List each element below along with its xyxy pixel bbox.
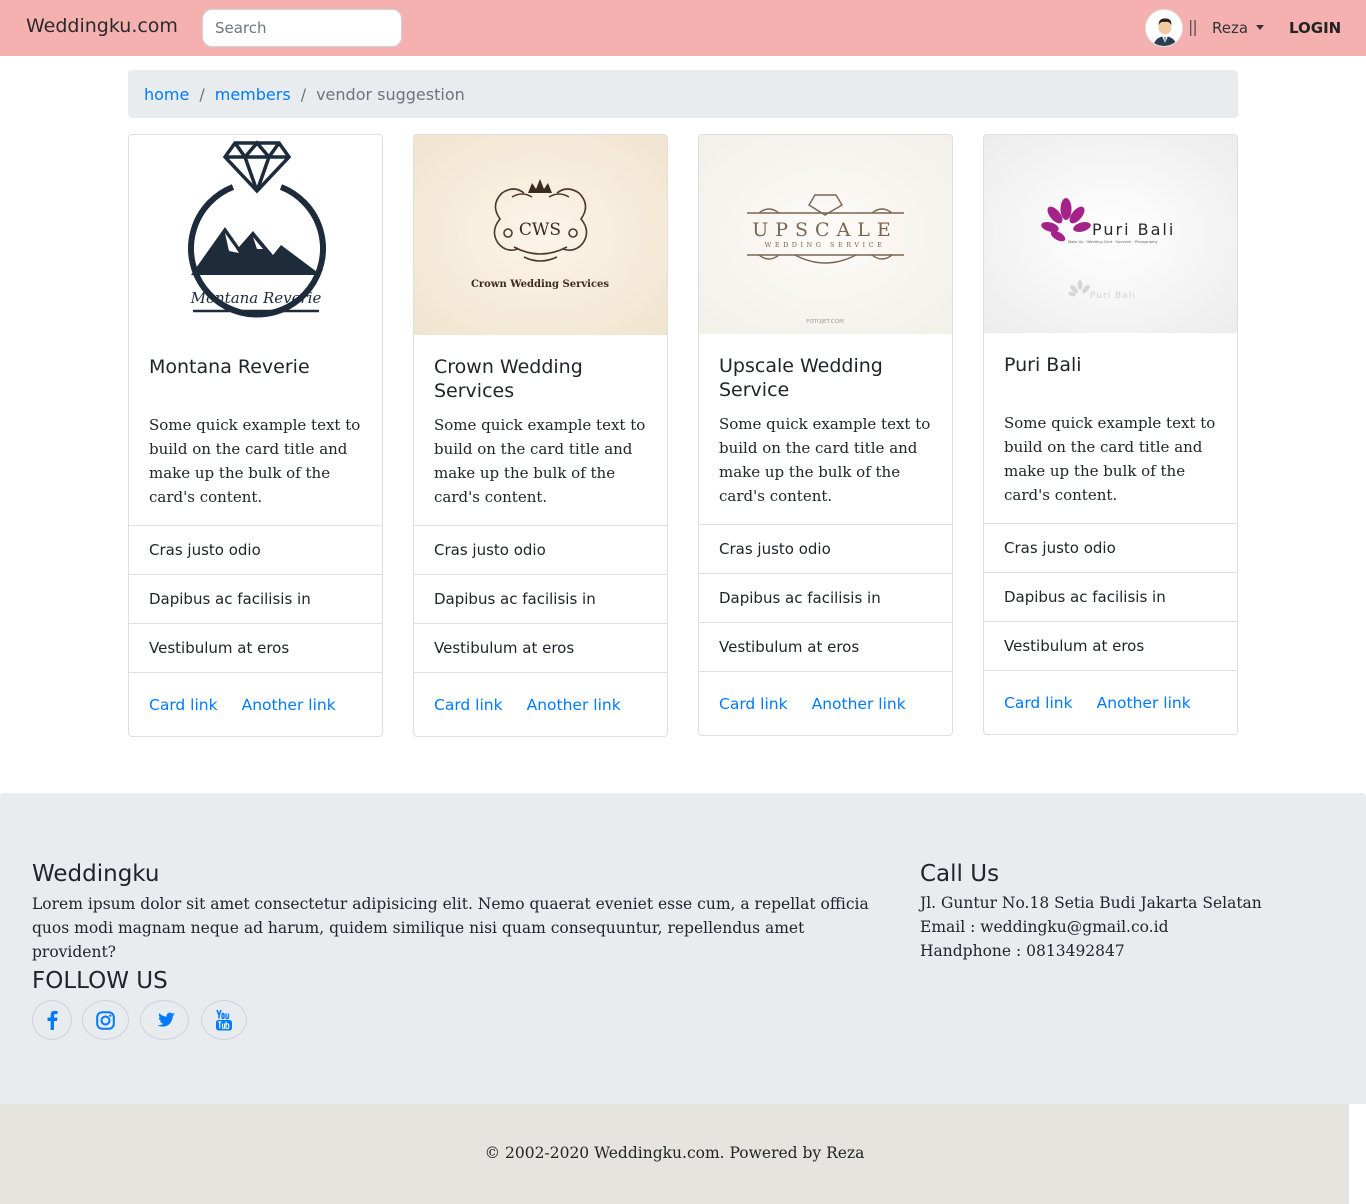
user-name: Reza bbox=[1212, 19, 1249, 37]
footer-phone: Handphone : 0813492847 bbox=[920, 942, 1125, 960]
card-title: Upscale Wedding Service bbox=[719, 355, 883, 401]
list-item: Cras justo odio bbox=[414, 525, 667, 574]
another-link[interactable]: Another link bbox=[527, 696, 621, 714]
upscale-logo-footer: FOTOJET.COM bbox=[806, 319, 844, 325]
puri-bali-watermark: Puri Bali bbox=[1090, 291, 1136, 301]
login-link[interactable]: LOGIN bbox=[1289, 19, 1341, 37]
vendor-logo-cws: CWS Crown Wedding Services bbox=[414, 135, 667, 335]
another-link[interactable]: Another link bbox=[812, 695, 906, 713]
breadcrumb: home / members / vendor suggestion bbox=[128, 70, 1238, 118]
footer-email: Email : weddingku@gmail.co.id bbox=[920, 918, 1169, 936]
card-body: Upscale Wedding Service Some quick examp… bbox=[699, 334, 952, 524]
vendor-card: CWS Crown Wedding Services Crown Wedding… bbox=[413, 134, 668, 737]
cws-logo-subtext: Crown Wedding Services bbox=[471, 279, 609, 290]
card-body: Montana Reverie Some quick example text … bbox=[129, 335, 382, 525]
instagram-icon bbox=[96, 1010, 115, 1030]
card-text: Some quick example text to build on the … bbox=[149, 416, 361, 506]
card-body: Crown Wedding Services Some quick exampl… bbox=[414, 335, 667, 525]
card-text: Some quick example text to build on the … bbox=[719, 415, 931, 505]
list-item: Cras justo odio bbox=[129, 525, 382, 574]
instagram-button[interactable] bbox=[82, 1000, 129, 1040]
twitter-button[interactable] bbox=[140, 1000, 189, 1040]
list-item: Vestibulum at eros bbox=[984, 621, 1237, 670]
breadcrumb-separator: / bbox=[300, 84, 307, 104]
card-link[interactable]: Card link bbox=[149, 696, 218, 714]
list-item: Dapibus ac facilisis in bbox=[414, 574, 667, 623]
diamond-ring-icon: Montana Reverie bbox=[188, 140, 326, 318]
footer: Weddingku Lorem ipsum dolor sit amet con… bbox=[0, 793, 1366, 1104]
vendor-logo-montana: Montana Reverie bbox=[129, 135, 382, 335]
lotus-flower-icon: Puri Bali Make Up · Wedding Card · Souve… bbox=[1041, 198, 1175, 301]
card-text: Some quick example text to build on the … bbox=[434, 416, 646, 506]
copyright-text: © 2002-2020 Weddingku.com. Powered by Re… bbox=[484, 1144, 865, 1162]
user-dropdown[interactable]: Reza bbox=[1212, 19, 1265, 37]
puri-bali-logo-subtext: Make Up · Wedding Card · Souvenir · Phot… bbox=[1068, 240, 1159, 244]
caret-down-icon bbox=[1256, 25, 1265, 30]
card-body: Puri Bali Some quick example text to bui… bbox=[984, 333, 1237, 523]
vendor-card: Puri Bali Make Up · Wedding Card · Souve… bbox=[983, 134, 1238, 735]
facebook-button[interactable] bbox=[32, 1000, 72, 1040]
vendor-card: Montana Reverie Montana Reverie Some qui… bbox=[128, 134, 383, 737]
breadcrumb-home[interactable]: home bbox=[144, 85, 189, 104]
footer-about-title: Weddingku bbox=[32, 861, 160, 887]
list-item: Vestibulum at eros bbox=[414, 623, 667, 672]
card-title: Puri Bali bbox=[1004, 354, 1082, 376]
breadcrumb-active: vendor suggestion bbox=[316, 84, 465, 104]
card-text: Some quick example text to build on the … bbox=[1004, 414, 1216, 504]
upscale-logo-text: UPSCALE bbox=[752, 219, 898, 241]
search-input[interactable] bbox=[202, 9, 402, 47]
card-links: Card link Another link bbox=[414, 672, 667, 736]
vendor-card: UPSCALE WEDDING SERVICE FOTOJET.COM Upsc… bbox=[698, 134, 953, 736]
upscale-logo-subtext: WEDDING SERVICE bbox=[765, 241, 886, 249]
puri-bali-logo-text: Puri Bali bbox=[1092, 220, 1175, 239]
montana-logo-text: Montana Reverie bbox=[190, 289, 322, 307]
another-link[interactable]: Another link bbox=[1097, 694, 1191, 712]
user-avatar-icon bbox=[1146, 10, 1182, 46]
follow-us-title: FOLLOW US bbox=[32, 968, 168, 994]
list-item: Cras justo odio bbox=[984, 523, 1237, 572]
youtube-icon bbox=[216, 1009, 232, 1031]
card-link[interactable]: Card link bbox=[719, 695, 788, 713]
footer-about-text: Lorem ipsum dolor sit amet consectetur a… bbox=[32, 895, 869, 961]
list-item: Dapibus ac facilisis in bbox=[699, 573, 952, 622]
cws-logo-text: CWS bbox=[519, 220, 561, 240]
brand-link[interactable]: Weddingku.com bbox=[26, 15, 178, 37]
crown-ornament-icon: CWS Crown Wedding Services bbox=[471, 179, 609, 290]
call-us-title: Call Us bbox=[920, 861, 1000, 887]
card-links: Card link Another link bbox=[129, 672, 382, 736]
card-links: Card link Another link bbox=[699, 671, 952, 735]
card-link[interactable]: Card link bbox=[1004, 694, 1073, 712]
list-item: Dapibus ac facilisis in bbox=[129, 574, 382, 623]
vendor-logo-upscale: UPSCALE WEDDING SERVICE FOTOJET.COM bbox=[699, 135, 952, 334]
list-item: Vestibulum at eros bbox=[699, 622, 952, 671]
footer-address: Jl. Guntur No.18 Setia Budi Jakarta Sela… bbox=[920, 894, 1262, 912]
vendor-logo-puri-bali: Puri Bali Make Up · Wedding Card · Souve… bbox=[984, 135, 1237, 333]
list-item: Dapibus ac facilisis in bbox=[984, 572, 1237, 621]
card-link[interactable]: Card link bbox=[434, 696, 503, 714]
list-item: Vestibulum at eros bbox=[129, 623, 382, 672]
navbar-divider: || bbox=[1188, 17, 1198, 36]
breadcrumb-members[interactable]: members bbox=[215, 85, 291, 104]
copyright-bar: © 2002-2020 Weddingku.com. Powered by Re… bbox=[0, 1104, 1349, 1204]
another-link[interactable]: Another link bbox=[242, 696, 336, 714]
card-links: Card link Another link bbox=[984, 670, 1237, 734]
card-title: Crown Wedding Services bbox=[434, 356, 583, 402]
twitter-icon bbox=[156, 1012, 175, 1027]
youtube-button[interactable] bbox=[201, 1000, 247, 1040]
upscale-ornament-icon: UPSCALE WEDDING SERVICE FOTOJET.COM bbox=[747, 194, 904, 325]
navbar: Weddingku.com || Reza LOGIN bbox=[0, 0, 1366, 56]
list-item: Cras justo odio bbox=[699, 524, 952, 573]
avatar[interactable] bbox=[1145, 9, 1183, 47]
facebook-icon bbox=[47, 1010, 58, 1030]
breadcrumb-separator: / bbox=[199, 84, 205, 104]
card-title: Montana Reverie bbox=[149, 356, 310, 378]
